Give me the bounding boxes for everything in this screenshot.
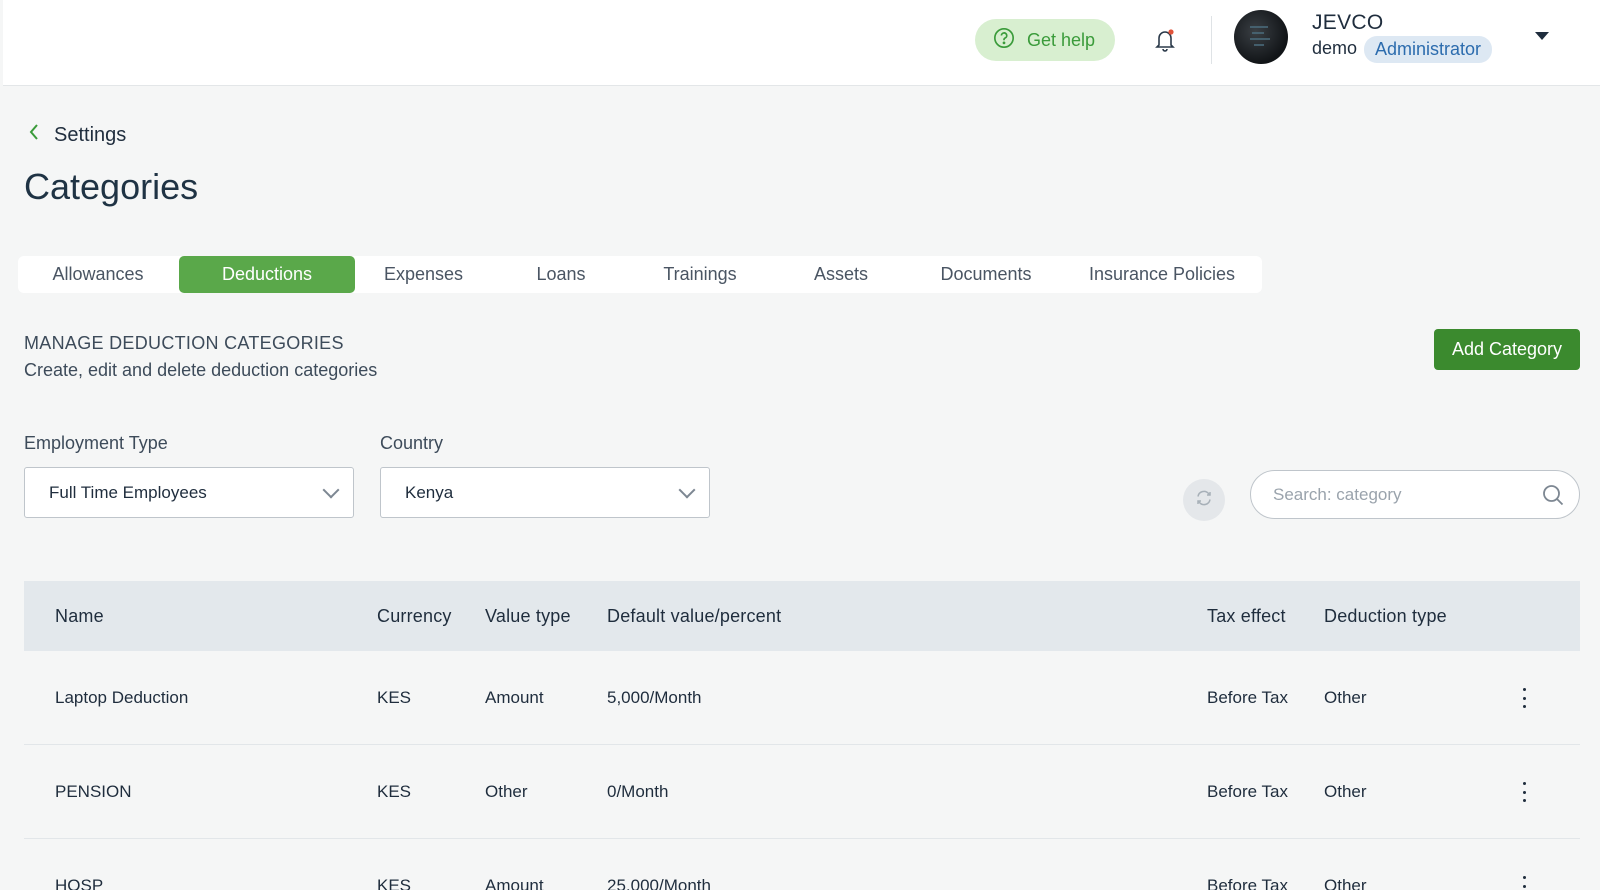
- category-tabs: Allowances Deductions Expenses Loans Tra…: [18, 256, 1262, 293]
- user-menu-caret-icon[interactable]: [1535, 32, 1549, 40]
- tab-loans[interactable]: Loans: [502, 256, 620, 293]
- table-row[interactable]: HOSP KES Amount 25,000/Month Before Tax …: [24, 839, 1580, 890]
- cell-tax-effect: Before Tax: [1207, 876, 1288, 890]
- cell-name: HOSP: [55, 876, 104, 890]
- help-icon: [993, 27, 1015, 54]
- search-box: [1250, 470, 1580, 519]
- more-options-icon[interactable]: [1518, 782, 1530, 802]
- role-badge: Administrator: [1364, 36, 1493, 63]
- chevron-down-icon: [322, 481, 340, 499]
- cell-currency: KES: [377, 688, 412, 707]
- back-label: Settings: [54, 123, 127, 146]
- table-row[interactable]: Laptop Deduction KES Amount 5,000/Month …: [24, 651, 1580, 745]
- chevron-down-icon: [678, 481, 696, 499]
- cell-deduction-type: Other: [1324, 876, 1367, 890]
- back-to-settings-link[interactable]: Settings: [28, 123, 126, 147]
- search-input[interactable]: [1273, 483, 1533, 507]
- tab-insurance-policies[interactable]: Insurance Policies: [1066, 256, 1258, 293]
- column-header-deduction-type[interactable]: Deduction type: [1324, 581, 1447, 651]
- cell-currency: KES: [377, 782, 412, 801]
- cell-deduction-type: Other: [1324, 688, 1367, 707]
- tab-documents[interactable]: Documents: [906, 256, 1066, 293]
- refresh-icon: [1195, 489, 1213, 512]
- column-header-name[interactable]: Name: [55, 581, 104, 651]
- add-category-button[interactable]: Add Category: [1434, 329, 1580, 370]
- tab-trainings[interactable]: Trainings: [628, 256, 772, 293]
- divider: [1211, 16, 1212, 64]
- column-header-value-type[interactable]: Value type: [485, 581, 571, 651]
- cell-tax-effect: Before Tax: [1207, 688, 1288, 707]
- employment-type-select[interactable]: Full Time Employees: [24, 467, 354, 518]
- avatar[interactable]: [1234, 10, 1288, 64]
- cell-default-value: 0/Month: [607, 782, 669, 801]
- bell-icon[interactable]: [1153, 27, 1177, 53]
- cell-value-type: Amount: [485, 876, 544, 890]
- cell-name: Laptop Deduction: [55, 688, 189, 707]
- column-header-currency[interactable]: Currency: [377, 581, 452, 651]
- top-bar: Get help JEVCO demo Administrator: [3, 0, 1600, 86]
- column-header-default-value[interactable]: Default value/percent: [607, 581, 781, 651]
- table-row[interactable]: PENSION KES Other 0/Month Before Tax Oth…: [24, 745, 1580, 839]
- get-help-button[interactable]: Get help: [975, 19, 1115, 61]
- get-help-label: Get help: [1027, 29, 1096, 50]
- table-header: Name Currency Value type Default value/p…: [24, 581, 1580, 651]
- column-header-tax-effect[interactable]: Tax effect: [1207, 581, 1286, 651]
- section-subtitle: Create, edit and delete deduction catego…: [24, 360, 378, 380]
- tab-expenses[interactable]: Expenses: [355, 256, 492, 293]
- section-title: MANAGE DEDUCTION CATEGORIES: [24, 333, 344, 353]
- cell-name: PENSION: [55, 782, 132, 801]
- refresh-button[interactable]: [1183, 479, 1225, 521]
- more-options-icon[interactable]: [1518, 876, 1530, 890]
- user-name: demo: [1312, 38, 1358, 58]
- cell-currency: KES: [377, 876, 412, 890]
- cell-value-type: Other: [485, 782, 528, 801]
- cell-value-type: Amount: [485, 688, 544, 707]
- tab-assets[interactable]: Assets: [780, 256, 902, 293]
- org-name: JEVCO: [1312, 11, 1384, 34]
- chevron-left-icon: [28, 123, 40, 147]
- country-label: Country: [380, 433, 444, 453]
- page-title: Categories: [24, 166, 199, 207]
- employment-type-value: Full Time Employees: [49, 482, 207, 502]
- cell-tax-effect: Before Tax: [1207, 782, 1288, 801]
- country-select[interactable]: Kenya: [380, 467, 710, 518]
- more-options-icon[interactable]: [1518, 688, 1530, 708]
- employment-type-label: Employment Type: [24, 433, 168, 453]
- tab-allowances[interactable]: Allowances: [18, 256, 178, 293]
- country-value: Kenya: [405, 482, 454, 502]
- cell-deduction-type: Other: [1324, 782, 1367, 801]
- cell-default-value: 5,000/Month: [607, 688, 702, 707]
- cell-default-value: 25,000/Month: [607, 876, 711, 890]
- tab-deductions[interactable]: Deductions: [179, 256, 355, 293]
- search-icon[interactable]: [1541, 483, 1565, 507]
